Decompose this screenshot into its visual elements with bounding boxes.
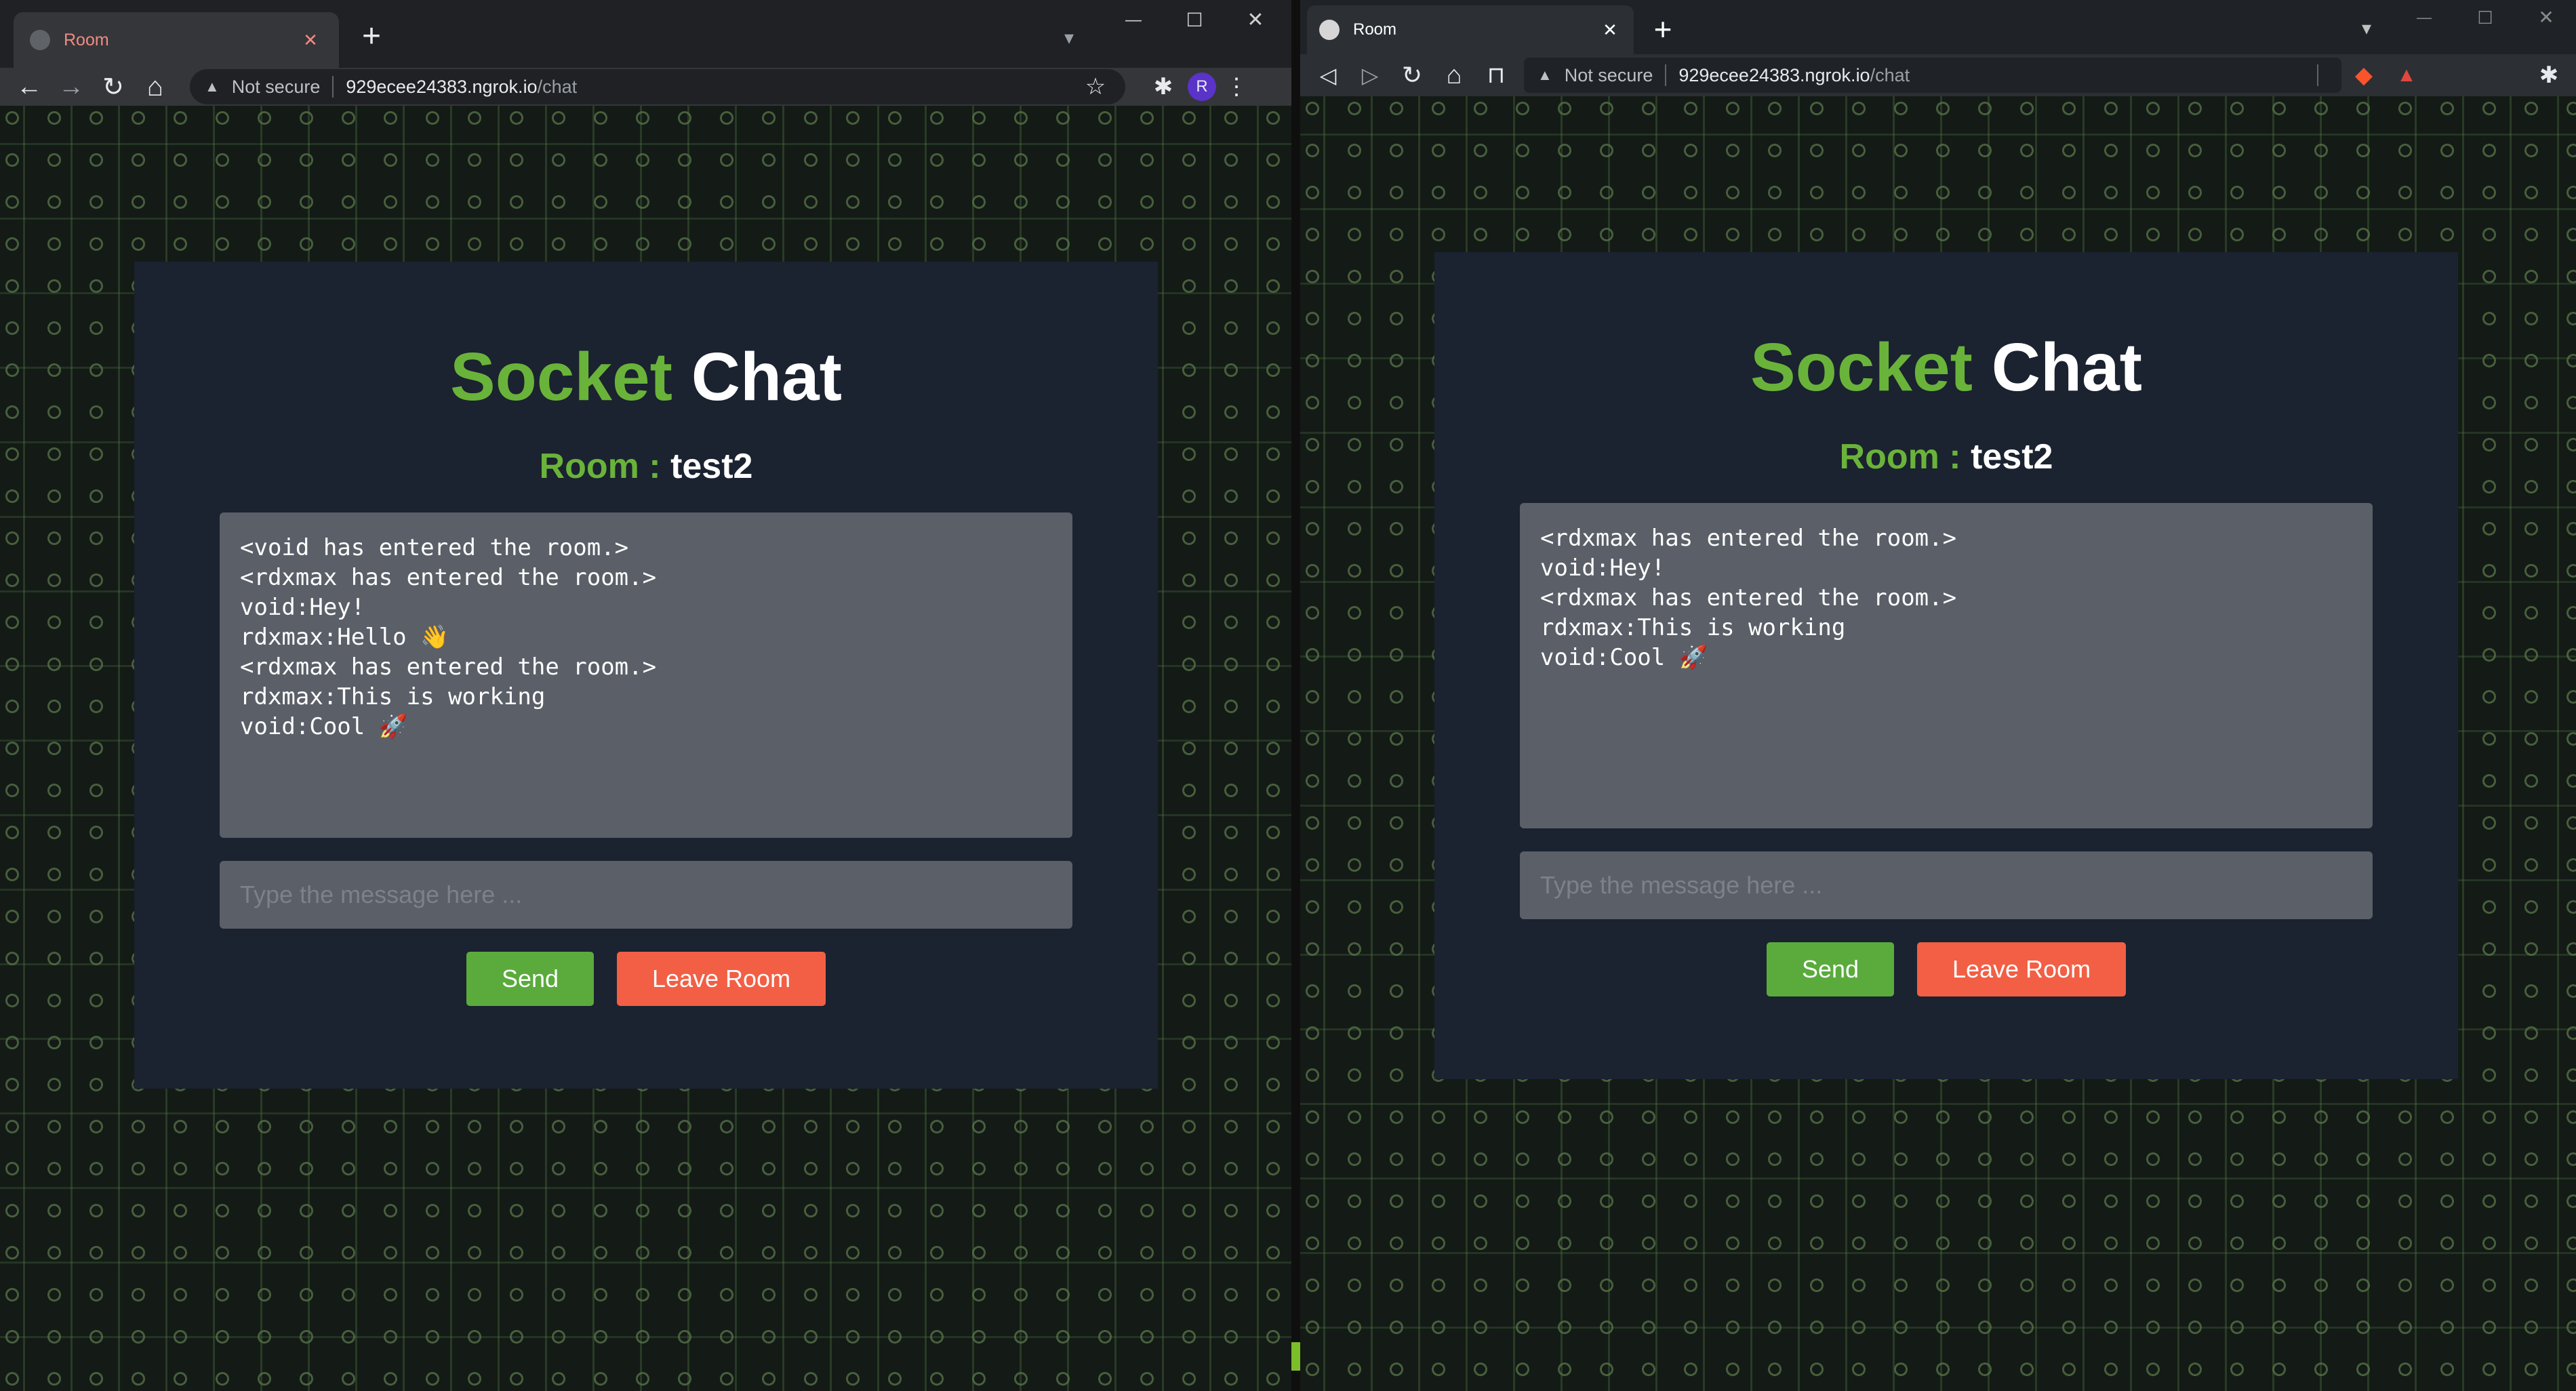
url-text: 929ecee24383.ngrok.io/chat <box>1678 65 2308 86</box>
tab-search-icon[interactable]: ▾ <box>1052 24 1086 52</box>
brave-rewards-icon[interactable]: ▲ <box>2386 64 2427 87</box>
security-label: Not secure <box>231 76 321 97</box>
chat-message: <rdxmax has entered the room.> <box>240 653 657 681</box>
tab-close-icon[interactable]: ✕ <box>298 30 323 51</box>
extensions-icon[interactable]: ✱ <box>1143 73 1184 100</box>
close-window-button[interactable]: ✕ <box>1235 5 1276 35</box>
extensions-icon[interactable]: ✱ <box>2529 62 2569 89</box>
chat-panel: Socket Chat Room : test2 <void has enter… <box>134 262 1158 1089</box>
page-viewport: Socket Chat Room : test2 <void has enter… <box>0 106 1291 1391</box>
message-input[interactable] <box>1520 851 2373 919</box>
browser-toolbar: ◁ ▷ ↻ ⌂ ⊓ ▲ Not secure 929ecee24383.ngro… <box>1300 54 2576 96</box>
address-separator-end <box>2317 64 2318 86</box>
app-title: Socket Chat <box>450 343 842 411</box>
page-viewport: Socket Chat Room : test2 <rdxmax has ent… <box>1300 96 2576 1391</box>
back-icon[interactable]: ◁ <box>1307 62 1349 88</box>
new-tab-button[interactable]: + <box>1643 9 1683 49</box>
tab-search-icon[interactable]: ▾ <box>2350 15 2383 42</box>
app-title-chat: Chat <box>1991 329 2142 405</box>
menu-icon[interactable]: ⋮ <box>1216 73 1257 100</box>
room-name: test2 <box>670 447 753 486</box>
bookmark-icon[interactable]: ⊓ <box>1475 62 1517 89</box>
forward-icon[interactable]: → <box>50 73 92 102</box>
app-title-socket: Socket <box>1750 329 1973 405</box>
address-separator <box>1665 64 1667 86</box>
tab-title: Room <box>1353 20 1397 39</box>
address-bar[interactable]: ▲ Not secure 929ecee24383.ngrok.io/chat … <box>190 69 1125 104</box>
chat-message: <rdxmax has entered the room.> <box>1540 584 1957 611</box>
chat-message: <rdxmax has entered the room.> <box>240 564 657 591</box>
url-host: 929ecee24383.ngrok.io <box>346 76 538 97</box>
new-tab-button[interactable]: + <box>351 16 392 57</box>
back-icon[interactable]: ← <box>8 73 50 102</box>
browser-toolbar: ← → ↻ ⌂ ▲ Not secure 929ecee24383.ngrok.… <box>0 68 1291 106</box>
chat-message: void:Cool 🚀 <box>1540 644 1708 671</box>
maximize-button[interactable]: ☐ <box>1174 5 1215 35</box>
title-bar: Room ✕ + ▾ — ☐ ✕ <box>0 0 1291 68</box>
reload-icon[interactable]: ↻ <box>1391 61 1433 89</box>
room-name: test2 <box>1971 437 2053 477</box>
address-separator <box>332 76 334 98</box>
reload-icon[interactable]: ↻ <box>92 72 134 102</box>
app-title: Socket Chat <box>1750 334 2142 401</box>
tab-close-icon[interactable]: ✕ <box>1598 20 1622 41</box>
room-heading: Room : test2 <box>1840 439 2053 475</box>
send-button[interactable]: Send <box>1767 942 1894 996</box>
chat-message: rdxmax:This is working <box>240 683 546 710</box>
url-path: /chat <box>537 76 578 97</box>
url-path: /chat <box>1870 64 1910 85</box>
globe-icon <box>30 30 50 50</box>
message-input[interactable] <box>220 861 1072 929</box>
brave-shields-icon[interactable]: ◆ <box>2341 62 2386 89</box>
room-label: Room : <box>1839 437 1971 477</box>
send-button[interactable]: Send <box>466 952 594 1006</box>
chat-message: rdxmax:Hello 👋 <box>240 624 449 651</box>
chat-message: void:Hey! <box>1540 555 1666 582</box>
address-bar[interactable]: ▲ Not secure 929ecee24383.ngrok.io/chat <box>1524 58 2341 93</box>
chat-message: <void has entered the room.> <box>240 534 629 561</box>
tab-title: Room <box>64 30 109 49</box>
message-log: <void has entered the room.> <rdxmax has … <box>220 512 1072 838</box>
close-window-button[interactable]: ✕ <box>2526 3 2567 33</box>
action-buttons: Send Leave Room <box>1767 942 2126 996</box>
action-buttons: Send Leave Room <box>466 952 826 1006</box>
minimize-button[interactable]: — <box>2404 3 2444 33</box>
warning-icon: ▲ <box>1537 66 1552 83</box>
menu-icon[interactable]: ≡ <box>2569 62 2576 89</box>
chat-message: void:Cool 🚀 <box>240 713 408 740</box>
profile-avatar[interactable]: R <box>1188 73 1216 101</box>
room-label: Room : <box>539 447 671 486</box>
home-icon[interactable]: ⌂ <box>1433 61 1475 90</box>
leave-room-button[interactable]: Leave Room <box>617 952 826 1006</box>
chat-message: rdxmax:This is working <box>1540 614 1846 641</box>
tab-room[interactable]: Room ✕ <box>1307 5 1634 54</box>
message-log: <rdxmax has entered the room.> void:Hey! <… <box>1520 503 2373 828</box>
star-icon[interactable]: ☆ <box>1081 73 1110 100</box>
url-text: 929ecee24383.ngrok.io/chat <box>346 77 1081 98</box>
minimize-button[interactable]: — <box>1113 5 1154 35</box>
browser-window-right: Room ✕ + ▾ — ☐ ✕ ◁ ▷ ↻ ⌂ ⊓ ▲ Not secure … <box>1300 0 2576 1391</box>
title-bar: Room ✕ + ▾ — ☐ ✕ <box>1300 0 2576 54</box>
warning-icon: ▲ <box>205 78 220 95</box>
app-title-socket: Socket <box>450 339 672 415</box>
chat-message: void:Hey! <box>240 594 365 621</box>
forward-icon[interactable]: ▷ <box>1349 62 1391 88</box>
browser-window-left: Room ✕ + ▾ — ☐ ✕ ← → ↻ ⌂ ▲ Not secure 92… <box>0 0 1293 1391</box>
window-gap <box>1291 0 1300 1391</box>
home-icon[interactable]: ⌂ <box>134 72 176 102</box>
tab-room[interactable]: Room ✕ <box>14 12 339 68</box>
maximize-button[interactable]: ☐ <box>2465 3 2505 33</box>
chat-message: <rdxmax has entered the room.> <box>1540 525 1957 552</box>
security-label: Not secure <box>1564 64 1653 85</box>
room-heading: Room : test2 <box>540 449 753 484</box>
url-host: 929ecee24383.ngrok.io <box>1678 64 1870 85</box>
leave-room-button[interactable]: Leave Room <box>1917 942 2126 996</box>
chat-panel: Socket Chat Room : test2 <rdxmax has ent… <box>1434 252 2458 1079</box>
window-gap-accent <box>1291 1342 1300 1371</box>
app-title-chat: Chat <box>691 339 842 415</box>
globe-icon <box>1319 20 1340 40</box>
